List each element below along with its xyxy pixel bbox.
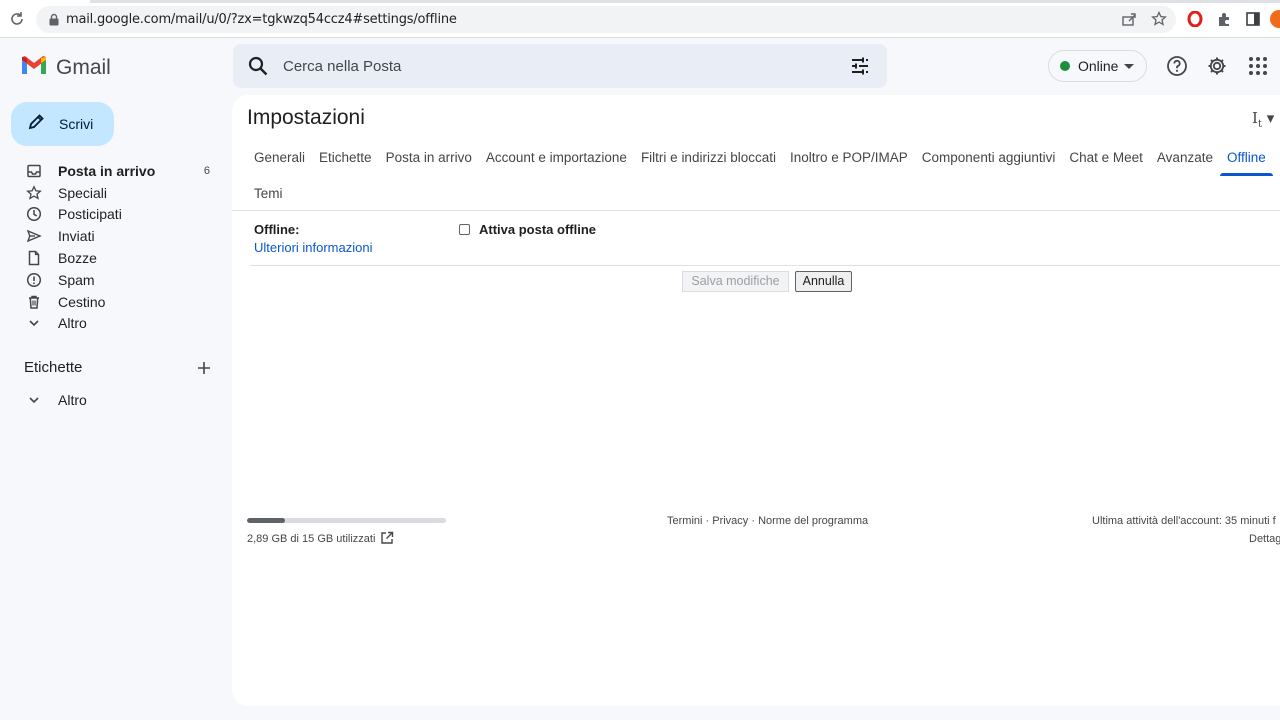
sidebar-item-starred[interactable]: Speciali: [0, 182, 225, 204]
settings-tab-row: Temi: [247, 176, 1280, 212]
sidebar-item-inbox[interactable]: Posta in arrivo 6: [0, 160, 225, 182]
sidebar-item-label: Spam: [58, 271, 95, 288]
inbox-icon: [26, 163, 42, 179]
sidebar-item-label: Posticipati: [58, 206, 122, 223]
tab-strip: [90, 0, 1280, 3]
open-storage-icon[interactable]: [380, 531, 394, 545]
sidebar-item-sent[interactable]: Inviati: [0, 225, 225, 247]
tab-offline[interactable]: Offline: [1219, 140, 1273, 176]
tab-inbox[interactable]: Posta in arrivo: [379, 140, 479, 176]
sidebar-item-label: Altro: [58, 315, 87, 332]
send-icon: [26, 228, 42, 244]
divider: [250, 265, 1280, 266]
tab-accounts[interactable]: Account e importazione: [479, 140, 634, 176]
status-selector[interactable]: Online: [1048, 50, 1147, 82]
sidebar-item-trash[interactable]: Cestino: [0, 291, 225, 313]
labels-more-item[interactable]: Altro: [0, 389, 225, 411]
learn-more-link[interactable]: Ulteriori informazioni: [254, 240, 372, 255]
trash-icon: [26, 294, 42, 310]
sidebar-item-label: Cestino: [58, 293, 106, 310]
search-options-icon[interactable]: [849, 55, 871, 77]
page-title: Impostazioni: [247, 106, 365, 129]
search-bar[interactable]: [233, 44, 887, 88]
sidebar-item-drafts[interactable]: Bozze: [0, 247, 225, 269]
settings-tab-row: Generali Etichette Posta in arrivo Accou…: [247, 140, 1280, 176]
footer-links: Termini · Privacy · Norme del programma: [667, 515, 869, 527]
help-icon[interactable]: [1166, 55, 1188, 77]
tab-general[interactable]: Generali: [247, 140, 312, 176]
tab-filters[interactable]: Filtri e indirizzi bloccati: [634, 140, 783, 176]
caret-down-icon: [1124, 63, 1135, 69]
privacy-link[interactable]: Privacy: [712, 515, 748, 527]
apps-grid-icon[interactable]: [1247, 55, 1269, 77]
profile-avatar-icon[interactable]: [1270, 10, 1280, 28]
pencil-icon: [27, 113, 45, 136]
enable-offline-checkbox[interactable]: [459, 224, 470, 235]
sidebar-item-label: Speciali: [58, 184, 108, 201]
sidebar-item-more[interactable]: Altro: [0, 313, 225, 335]
storage-usage-text: 2,89 GB di 15 GB utilizzati: [247, 533, 376, 545]
details-link[interactable]: Dettag: [1249, 533, 1280, 545]
labels-more-label: Altro: [58, 391, 87, 408]
app-name: Gmail: [56, 55, 111, 79]
url-text: mail.google.com/mail/u/0/?zx=tgkwzq54ccz…: [66, 12, 457, 27]
tab-forwarding[interactable]: Inoltro e POP/IMAP: [783, 140, 915, 176]
search-icon[interactable]: [247, 55, 269, 77]
sidebar-item-label: Posta in arrivo: [58, 162, 156, 179]
bookmark-star-icon[interactable]: [1150, 10, 1168, 28]
draft-icon: [26, 250, 42, 266]
sidebar-nav: Posta in arrivo 6 Speciali Posticipati I…: [0, 160, 225, 334]
spam-icon: [26, 272, 42, 288]
save-changes-button[interactable]: Salva modifiche: [682, 271, 789, 292]
reload-icon[interactable]: [8, 10, 26, 28]
clock-icon: [26, 206, 42, 222]
input-tools-icon[interactable]: It ▾: [1252, 109, 1274, 130]
tab-chat-meet[interactable]: Chat e Meet: [1062, 140, 1150, 176]
cancel-button[interactable]: Annulla: [795, 271, 852, 292]
search-input[interactable]: [283, 56, 823, 76]
tab-labels[interactable]: Etichette: [312, 140, 379, 176]
sidebar-item-snoozed[interactable]: Posticipati: [0, 204, 225, 226]
address-bar[interactable]: mail.google.com/mail/u/0/?zx=tgkwzq54ccz…: [36, 6, 1176, 33]
side-panel-icon[interactable]: [1244, 10, 1262, 28]
opera-icon[interactable]: [1186, 10, 1204, 28]
divider: [232, 210, 1280, 211]
gmail-m-icon: [20, 54, 48, 81]
tab-advanced[interactable]: Avanzate: [1150, 140, 1220, 176]
tab-addons[interactable]: Componenti aggiuntivi: [915, 140, 1063, 176]
sidebar-item-label: Bozze: [58, 250, 97, 267]
share-icon[interactable]: [1120, 10, 1138, 28]
status-label: Online: [1078, 58, 1119, 74]
offline-setting-title: Offline:: [254, 222, 300, 237]
tab-themes[interactable]: Temi: [247, 176, 290, 212]
add-label-icon[interactable]: [197, 361, 211, 375]
storage-usage-fill: [247, 518, 285, 523]
settings-tabs: Generali Etichette Posta in arrivo Accou…: [247, 140, 1280, 212]
star-icon: [26, 184, 42, 201]
chevron-down-icon: [26, 392, 42, 408]
storage-usage-bar: [247, 518, 446, 523]
gmail-logo[interactable]: Gmail: [20, 54, 111, 81]
program-policies-link[interactable]: Norme del programma: [758, 515, 868, 527]
browser-toolbar: mail.google.com/mail/u/0/?zx=tgkwzq54ccz…: [0, 0, 1280, 38]
settings-gear-icon[interactable]: [1206, 55, 1228, 77]
settings-panel: Impostazioni It ▾ Generali Etichette Pos…: [232, 95, 1280, 706]
extensions-icon[interactable]: [1215, 10, 1233, 28]
last-activity-text: Ultima attività dell'account: 35 minuti …: [1092, 515, 1276, 527]
compose-button[interactable]: Scrivi: [11, 102, 114, 146]
sidebar-item-label: Inviati: [58, 228, 95, 245]
terms-link[interactable]: Termini: [667, 515, 702, 527]
sidebar-item-spam[interactable]: Spam: [0, 269, 225, 291]
status-dot: [1060, 61, 1070, 71]
lock-icon[interactable]: [48, 13, 60, 26]
compose-label: Scrivi: [59, 116, 94, 132]
unread-count: 6: [203, 164, 210, 177]
enable-offline-label[interactable]: Attiva posta offline: [479, 222, 596, 237]
labels-heading: Etichette: [24, 359, 83, 376]
labels-section: Altro: [0, 389, 225, 411]
chevron-down-icon: [26, 315, 42, 331]
